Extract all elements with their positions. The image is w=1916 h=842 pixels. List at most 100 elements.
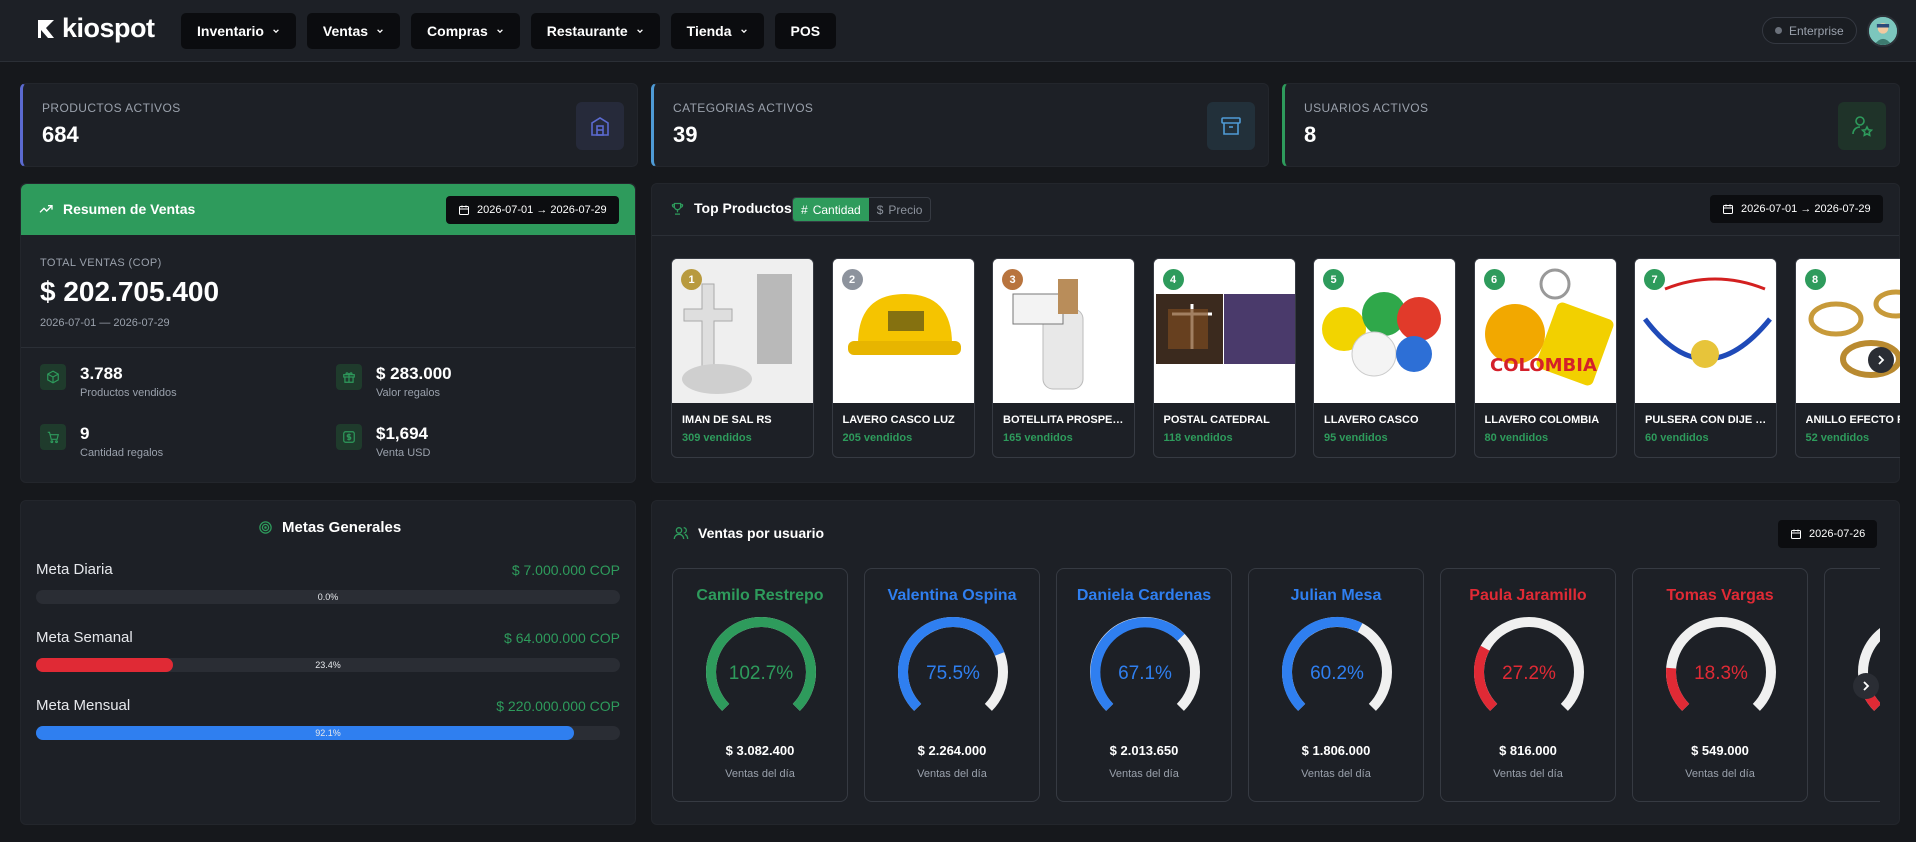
brand-logo[interactable]: kiospot [36,13,155,44]
product-card[interactable]: 2 LAVERO CASCO LUZ 205 vendidos [831,258,975,458]
product-sold: 205 vendidos [842,432,913,444]
top-productos-toggle: # Cantidad $ Precio [792,197,932,222]
stat-value: 8 [1304,122,1317,147]
plan-label: Enterprise [1789,23,1844,38]
product-card[interactable]: 1 IMAN DE SAL RS 309 vendidos [671,258,814,458]
chevron-down-icon [273,29,279,34]
product-sold: 52 vendidos [1805,432,1870,444]
stat-label: CATEGORIAS ACTIVOS [673,101,814,115]
rank-badge: 3 [1002,269,1023,290]
metas-title: Metas Generales [258,519,401,536]
trending-up-icon [39,205,53,213]
user-sales-card[interactable]: Tomas Vargas 18.3% $ 549.000 Ventas del día [1632,568,1808,802]
user-name: Tomas Vargas [1666,587,1774,604]
user-name: Daniela Cardenas [1076,587,1212,604]
gauge-percent: 18.3% [1694,663,1748,684]
meta-percent: 23.4% [315,660,341,670]
resumen-date-picker[interactable]: 2026-07-01 → 2026-07-29 [446,196,619,224]
top-productos-date-picker[interactable]: 2026-07-01 → 2026-07-29 [1710,195,1883,223]
user-sales-caption: Ventas del día [725,768,795,780]
user-sales-card[interactable]: Daniela Cardenas 67.1% $ 2.013.650 Ventas d… [1056,568,1232,802]
nav-label: Compras [427,23,488,39]
top-navbar: kiospot Inventario Ventas Compras Restauran… [0,0,1916,62]
toggle-cantidad[interactable]: # Cantidad [793,198,869,221]
meta-amount: $ 220.000.000 COP [496,698,620,714]
trophy-icon [671,202,684,215]
user-sales-caption: V [1825,768,1880,780]
product-sold: 118 vendidos [1163,432,1233,444]
rank-badge: 6 [1483,269,1505,290]
meta-percent: 92.1% [315,728,341,738]
product-card[interactable]: 4 POSTAL CATEDRAL 118 vendidos [1152,258,1296,458]
plan-badge[interactable]: Enterprise [1762,17,1857,44]
archive-icon [1207,102,1255,150]
nav-compras-button[interactable]: Compras [411,13,520,49]
user-gauge: 67.1% [1090,617,1200,711]
calendar-icon [1791,529,1801,539]
user-sales-card[interactable]: Paula Jaramillo 27.2% $ 816.000 Ventas del … [1440,568,1616,802]
product-sold: 309 vendidos [682,432,752,444]
product-card[interactable]: 5 LLAVERO CASCO 95 vendidos [1313,258,1456,458]
user-gauge: 27.2% [1474,617,1584,711]
product-card[interactable]: COLOMBIA 6 LLAVERO COLOMBIA 80 vendidos [1473,258,1617,458]
stat-value: 684 [42,122,79,147]
chevron-down-icon [377,29,383,34]
product-name: LAVERO CASCO LUZ [842,414,955,426]
nav-label: Restaurante [546,23,628,39]
top-productos-title: Top Productos [670,200,792,216]
nav-restaurante-button[interactable]: Restaurante [530,13,660,49]
user-sales-caption: Ventas del día [1109,768,1179,780]
kpi-label: Venta USD [376,447,431,459]
avatar-icon [1869,17,1897,45]
total-ventas-label: TOTAL VENTAS (COP) [40,257,162,269]
nav-inventario-button[interactable]: Inventario [181,13,296,49]
total-ventas-period: 2026-07-01 — 2026-07-29 [40,317,170,329]
users-icon [673,527,689,540]
meta-name: Meta Diaria [36,561,113,578]
user-gauge: 75.5% [898,617,1008,711]
nav-ventas-button[interactable]: Ventas [306,13,401,49]
product-card[interactable]: 7 PULSERA CON DIJE ESTRELLA 60 vendidos [1634,258,1777,458]
product-name: BOTELLITA PROSPERIDAD [1003,414,1129,426]
product-name: ANILLO EFECTO ROIDO [1805,414,1901,426]
divider [652,235,1899,236]
user-sales-card[interactable]: Julian Mesa 60.2% $ 1.806.000 Ventas del dí… [1248,568,1424,802]
carousel-next-button[interactable] [1868,347,1894,373]
meta-amount: $ 7.000.000 COP [511,562,620,578]
chevron-right-icon [1863,681,1870,691]
user-sales-card[interactable]: Camilo Restrepo 102.7% $ 3.082.400 Ventas d… [672,568,848,802]
rank-badge: 1 [681,269,702,290]
user-sales-card[interactable]: Valentina Ospina 75.5% $ 2.264.000 Ventas d… [864,568,1040,802]
user-sales-caption: Ventas del día [1301,768,1371,780]
kpi-value: $ 283.000 [376,364,452,383]
stat-label: USUARIOS ACTIVOS [1304,101,1429,115]
calendar-icon [1723,204,1733,214]
nav-tienda-button[interactable]: Tienda [670,13,764,49]
user-sales-amount: $ 1.806.000 [1301,743,1371,758]
calendar-icon [459,205,469,215]
user-carousel-next-button[interactable] [1853,673,1879,699]
kpi-value: 3.788 [80,364,123,383]
product-sold: 80 vendidos [1484,432,1549,444]
chevron-right-icon [1878,355,1885,365]
kpi-value: 9 [80,424,90,443]
dollar-icon [336,424,362,450]
nav-pos-button[interactable]: POS [774,13,837,49]
gauge-percent: 27.2% [1502,663,1556,684]
user-gauge: 18.3% [1666,617,1776,711]
toggle-precio[interactable]: $ Precio [869,198,931,221]
product-card[interactable]: 3 BOTELLITA PROSPERIDAD 165 vendidos [992,258,1135,458]
hash-icon: # [801,202,808,217]
rank-badge: 8 [1804,269,1826,290]
product-sold: 165 vendidos [1003,432,1073,444]
gauge-percent: 60.2% [1310,663,1364,684]
user-sales-caption: Ventas del día [1685,768,1755,780]
ventas-usuario-date-picker[interactable]: 2026-07-26 [1778,520,1878,548]
user-sales-caption: Ventas del día [1493,768,1563,780]
product-name: IMAN DE SAL RS [682,414,772,426]
meta-name: Meta Semanal [36,629,133,646]
user-avatar[interactable] [1867,15,1899,47]
cart-icon [40,424,66,450]
user-sales-caption: Ventas del día [917,768,987,780]
user-sales-amount: $ 2.264.000 [917,743,987,758]
